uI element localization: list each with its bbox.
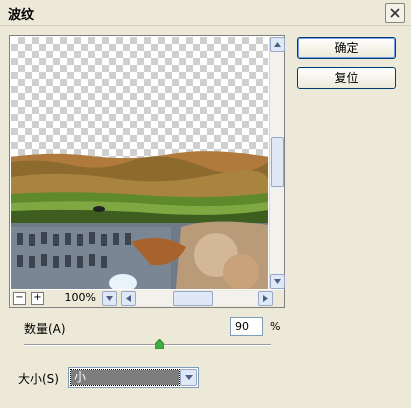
amount-unit: % bbox=[270, 320, 281, 333]
close-button[interactable] bbox=[385, 3, 405, 23]
slider-thumb-icon[interactable] bbox=[155, 339, 165, 349]
dropdown-icon bbox=[184, 375, 193, 380]
scroll-right-icon bbox=[263, 295, 268, 302]
window-title: 波纹 bbox=[8, 8, 35, 23]
vertical-scrollbar[interactable] bbox=[269, 37, 285, 289]
preview-image bbox=[11, 151, 268, 289]
scroll-up-button[interactable] bbox=[270, 37, 285, 52]
scroll-down-icon bbox=[274, 279, 281, 284]
size-selected-value: 小 bbox=[70, 369, 180, 386]
preview-frame: − + 100% bbox=[9, 35, 285, 308]
amount-input[interactable]: 90 bbox=[230, 317, 263, 336]
size-label: 大小(S) bbox=[18, 372, 59, 386]
horizontal-scroll-thumb[interactable] bbox=[173, 291, 213, 306]
scroll-left-icon bbox=[126, 295, 131, 302]
zoom-in-button[interactable]: + bbox=[31, 292, 44, 305]
preview-toolbar: − + 100% bbox=[11, 290, 284, 307]
amount-label: 数量(A) bbox=[24, 322, 66, 336]
horizontal-scrollbar[interactable] bbox=[121, 291, 273, 306]
zoom-level: 100% bbox=[64, 291, 96, 304]
reset-button[interactable]: 复位 bbox=[297, 67, 396, 89]
close-icon bbox=[390, 8, 400, 18]
zoom-dropdown-button[interactable] bbox=[102, 291, 117, 306]
size-dropdown-button[interactable] bbox=[180, 369, 197, 386]
scroll-up-icon bbox=[274, 42, 281, 47]
filter-preview[interactable] bbox=[11, 37, 268, 289]
zoom-out-button[interactable]: − bbox=[13, 292, 26, 305]
title-bar: 波纹 bbox=[0, 0, 411, 26]
ok-button[interactable]: 确定 bbox=[297, 37, 396, 59]
scroll-left-button[interactable] bbox=[121, 291, 136, 306]
scroll-down-button[interactable] bbox=[270, 274, 285, 289]
chevron-down-icon bbox=[106, 296, 113, 301]
size-select[interactable]: 小 bbox=[68, 367, 199, 388]
scroll-right-button[interactable] bbox=[258, 291, 273, 306]
amount-slider-track[interactable] bbox=[24, 344, 271, 346]
vertical-scroll-thumb[interactable] bbox=[271, 137, 284, 187]
